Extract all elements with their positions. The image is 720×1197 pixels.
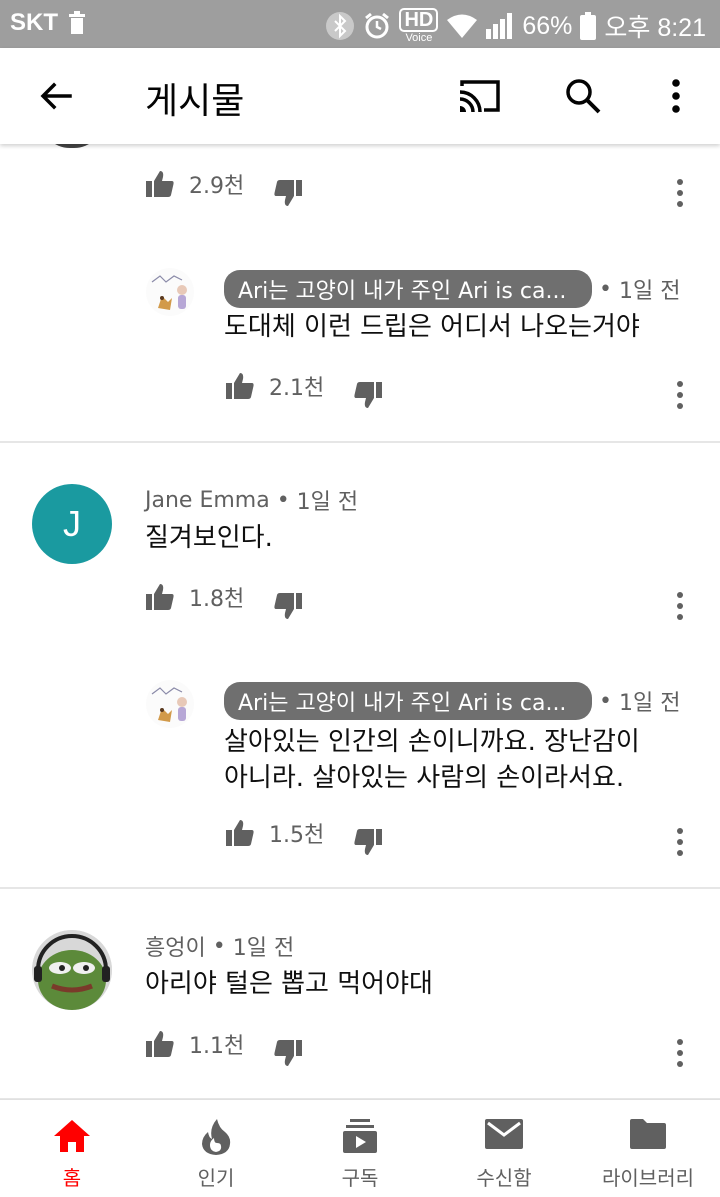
comment-time: 1일 전 — [618, 279, 681, 304]
wifi-icon — [447, 14, 478, 38]
comment-actions: 2.9천 — [145, 168, 705, 208]
comments-list: 2.9천 Ari는 고양이 내가 주인 Ari is ca... • 1일 전 … — [0, 144, 720, 1099]
avatar[interactable] — [146, 268, 194, 316]
comment-time: 1일 전 — [232, 936, 295, 961]
comment-meta: Ari는 고양이 내가 주인 Ari is ca... • 1일 전 — [224, 682, 680, 720]
comment-text: 질겨보인다. — [145, 523, 273, 553]
avatar[interactable] — [146, 680, 194, 728]
comment-text-line-1: 살아있는 인간의 손이니까요. 장난감이 — [224, 727, 640, 757]
thumbs-up-icon — [146, 584, 174, 610]
like-button[interactable]: 1.1천 — [145, 1028, 244, 1060]
nav-label: 라이브러리 — [602, 1166, 694, 1190]
clock: 오후 8:21 — [604, 14, 706, 42]
like-button[interactable]: 1.5천 — [225, 817, 324, 849]
hd-voice-icon: HD Voice — [399, 8, 439, 44]
avatar[interactable]: J — [32, 484, 112, 564]
comment-text: 아리야 털은 뽑고 먹어야대 — [145, 969, 433, 999]
thumbs-down-icon[interactable] — [353, 827, 383, 857]
comment-text-line-2: 아니라. 살아있는 사람의 손이라서요. — [224, 763, 625, 793]
nav-label: 구독 — [341, 1166, 379, 1190]
trash-icon — [69, 11, 85, 34]
app-bar: 게시물 — [0, 48, 720, 144]
status-bar: SKT HD Voice 66% 오후 8:21 — [0, 0, 720, 48]
library-folder-icon — [630, 1119, 666, 1149]
comment-more-icon[interactable] — [675, 178, 685, 208]
carrier-label: SKT — [10, 9, 58, 36]
comment-more-icon[interactable] — [675, 591, 685, 621]
comment-actions: 1.8천 — [145, 581, 705, 621]
comment-more-icon[interactable] — [675, 827, 685, 857]
thumbs-up-icon — [146, 171, 174, 197]
comment-meta: 흥엉이 • 1일 전 — [145, 930, 294, 962]
comment-actions: 2.1천 — [225, 370, 705, 410]
comment-author[interactable]: Jane Emma — [145, 488, 270, 513]
like-button[interactable]: 2.1천 — [225, 370, 324, 402]
thumbs-down-icon[interactable] — [273, 178, 303, 208]
comment-time: 1일 전 — [296, 490, 359, 515]
divider — [0, 887, 720, 889]
nav-label: 인기 — [197, 1166, 235, 1190]
signal-icon — [486, 13, 513, 39]
comment-more-icon[interactable] — [675, 380, 685, 410]
thumbs-down-icon[interactable] — [353, 380, 383, 410]
comment-text: 도대체 이런 드립은 어디서 나오는거야 — [224, 312, 640, 342]
page-title: 게시물 — [145, 81, 245, 122]
thumbs-down-icon[interactable] — [273, 1038, 303, 1068]
thumbs-up-icon — [226, 373, 254, 399]
comment-time: 1일 전 — [618, 691, 681, 716]
nav-label: 수신함 — [476, 1166, 532, 1190]
search-icon[interactable] — [563, 76, 603, 116]
battery-percent: 66% — [522, 11, 573, 40]
battery-icon — [580, 12, 597, 40]
nav-trending[interactable]: 인기 — [144, 1100, 288, 1197]
nav-inbox[interactable]: 수신함 — [432, 1100, 576, 1197]
bluetooth-icon — [326, 12, 355, 40]
author-chip[interactable]: Ari는 고양이 내가 주인 Ari is ca... — [224, 682, 592, 720]
like-count: 1.5천 — [269, 823, 325, 848]
bottom-navigation: 홈 인기 구독 수신함 라이브러리 — [0, 1099, 720, 1197]
comment-actions: 1.1천 — [145, 1028, 705, 1068]
thumbs-up-icon — [146, 1031, 174, 1057]
more-options-icon[interactable] — [660, 76, 692, 116]
divider — [0, 441, 720, 443]
author-chip[interactable]: Ari는 고양이 내가 주인 Ari is ca... — [224, 270, 592, 308]
like-button[interactable]: 1.8천 — [145, 581, 244, 613]
nav-library[interactable]: 라이브러리 — [576, 1100, 720, 1197]
like-count: 2.9천 — [189, 174, 245, 199]
nav-label: 홈 — [62, 1166, 82, 1190]
comment-actions: 1.5천 — [225, 817, 705, 857]
trending-flame-icon — [202, 1119, 231, 1155]
thumbs-down-icon[interactable] — [273, 591, 303, 621]
comment-more-icon[interactable] — [675, 1038, 685, 1068]
back-arrow-icon[interactable] — [36, 76, 76, 116]
nav-subscriptions[interactable]: 구독 — [288, 1100, 432, 1197]
inbox-mail-icon — [485, 1119, 523, 1149]
comment-meta: Jane Emma • 1일 전 — [145, 484, 358, 516]
alarm-icon — [365, 12, 390, 39]
like-count: 1.1천 — [189, 1034, 245, 1059]
like-button[interactable]: 2.9천 — [145, 168, 244, 200]
comment-meta: Ari는 고양이 내가 주인 Ari is ca... • 1일 전 — [224, 270, 680, 308]
nav-home[interactable]: 홈 — [0, 1100, 144, 1197]
thumbs-up-icon — [226, 820, 254, 846]
subscriptions-icon — [343, 1119, 377, 1153]
home-icon — [54, 1120, 90, 1152]
cast-icon[interactable] — [458, 78, 502, 114]
comment-author[interactable]: 흥엉이 — [145, 930, 206, 962]
avatar — [40, 144, 104, 148]
like-count: 1.8천 — [189, 587, 245, 612]
like-count: 2.1천 — [269, 376, 325, 401]
avatar[interactable] — [32, 930, 112, 1010]
